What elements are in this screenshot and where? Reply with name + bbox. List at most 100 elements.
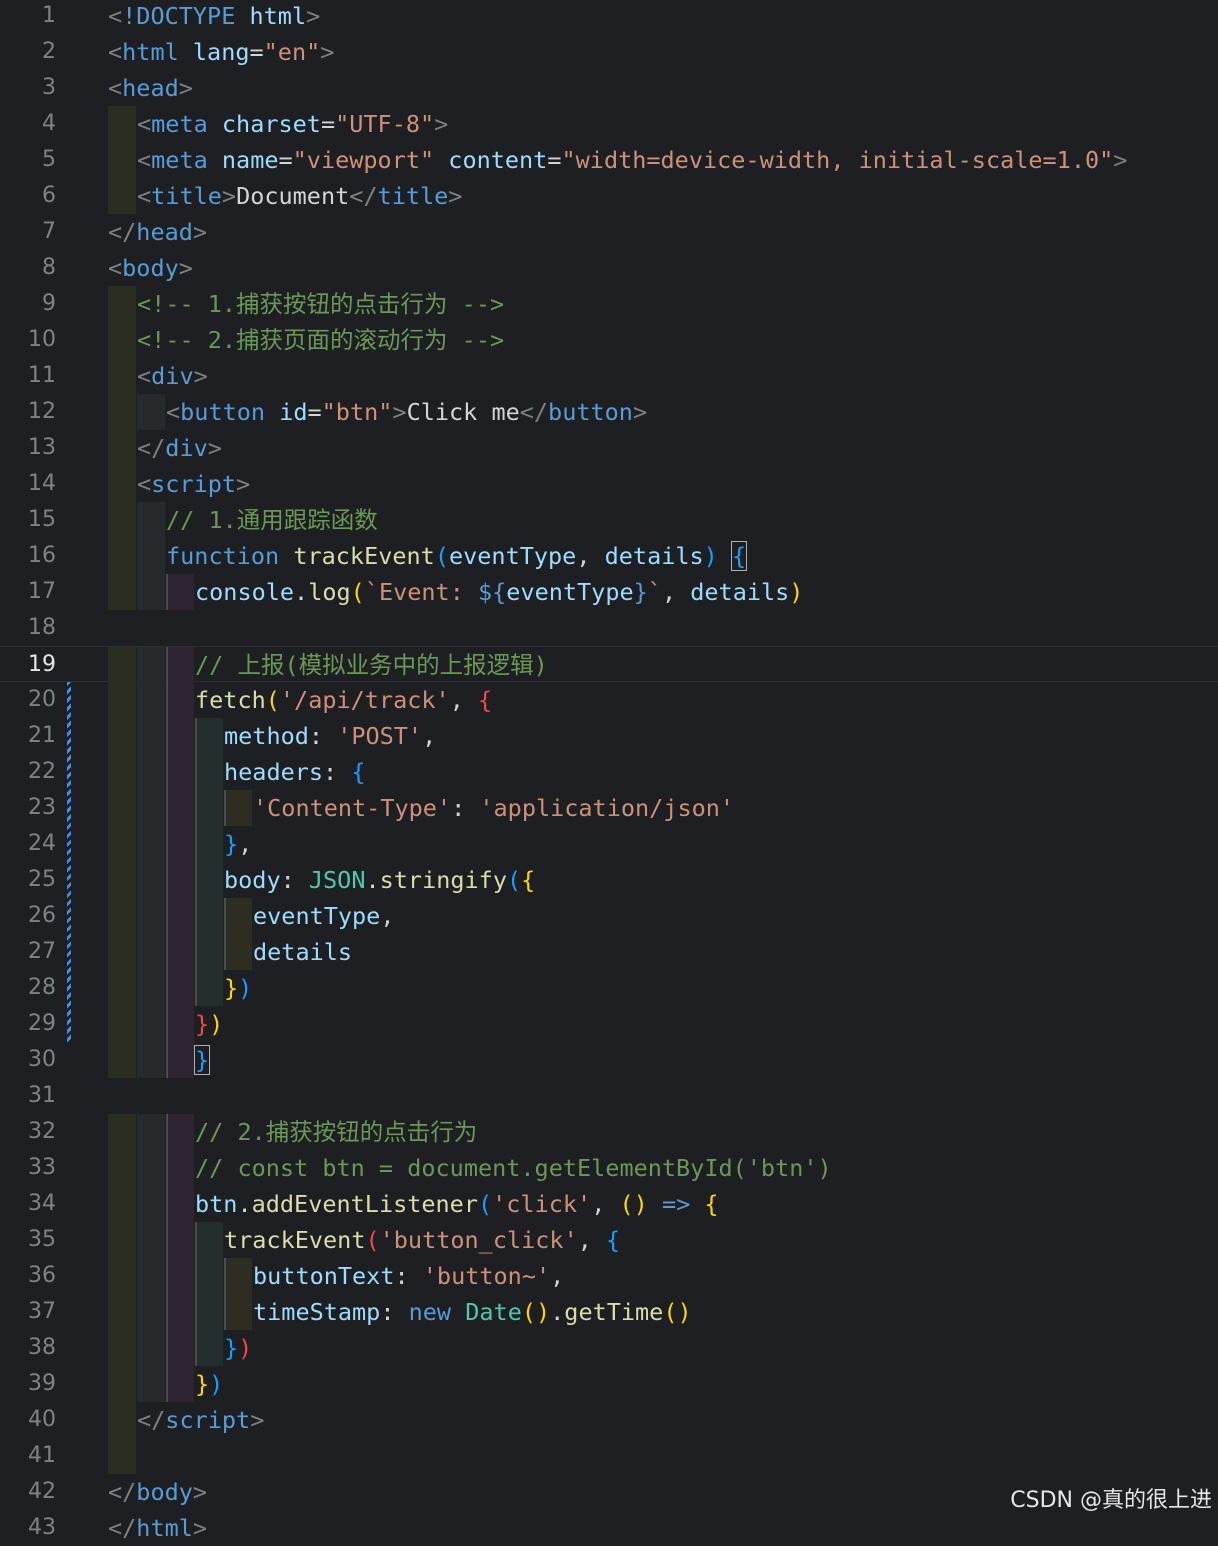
code-token: > bbox=[178, 74, 193, 102]
code-token: > bbox=[192, 218, 208, 246]
code-token: () bbox=[619, 1190, 648, 1218]
code-line[interactable]: 19 // 上报(模拟业务中的上报逻辑) bbox=[0, 646, 1218, 683]
indent-guide bbox=[195, 1258, 223, 1294]
code-line[interactable]: 23 'Content-Type': 'application/json' bbox=[0, 790, 1218, 826]
code-line[interactable]: 30} bbox=[0, 1042, 1218, 1078]
code-token: body bbox=[136, 1478, 193, 1506]
code-line[interactable]: 10 <!-- 2.捕获页面的滚动行为 --> bbox=[0, 322, 1218, 358]
line-number: 9 bbox=[42, 291, 56, 316]
code-line[interactable]: 14 <script> bbox=[0, 466, 1218, 502]
code-token: details bbox=[604, 542, 704, 570]
code-line[interactable]: 25 body: JSON.stringify({ bbox=[0, 862, 1218, 898]
code-line[interactable]: 11 <div> bbox=[0, 358, 1218, 394]
indent-guide bbox=[108, 1294, 136, 1330]
code-line[interactable]: 26 eventType, bbox=[0, 898, 1218, 934]
code-line[interactable]: 33 // const btn = document.getElementById… bbox=[0, 1150, 1218, 1186]
indent-guide bbox=[195, 934, 223, 970]
code-line[interactable]: 18 bbox=[0, 610, 1218, 646]
code-line[interactable]: 39}) bbox=[0, 1366, 1218, 1402]
indent-guide bbox=[108, 1042, 136, 1078]
line-number: 1 bbox=[42, 3, 56, 28]
code-token: </ bbox=[519, 398, 549, 426]
code-text: console.log(`Event: ${eventType}`, detai… bbox=[195, 574, 803, 610]
code-line[interactable]: 12 <button id="btn">Click me</button> bbox=[0, 394, 1218, 430]
code-line[interactable]: 4 <meta charset="UTF-8"> bbox=[0, 106, 1218, 142]
code-token: !DOCTYPE bbox=[122, 2, 236, 30]
line-number: 37 bbox=[28, 1299, 56, 1324]
code-line[interactable]: 3 <head> bbox=[0, 70, 1218, 106]
line-number: 20 bbox=[28, 687, 56, 712]
code-line[interactable]: 1 <!DOCTYPE html> bbox=[0, 0, 1218, 34]
indent-guide bbox=[108, 574, 136, 610]
code-line[interactable]: 38}) bbox=[0, 1330, 1218, 1366]
code-token: = bbox=[307, 398, 322, 426]
code-token: = bbox=[547, 146, 562, 174]
code-token: meta bbox=[151, 110, 208, 138]
code-token: Document bbox=[236, 182, 350, 210]
code-line[interactable]: 34 btn.addEventListener('click', () => { bbox=[0, 1186, 1218, 1222]
code-line[interactable]: 8 <body> bbox=[0, 250, 1218, 286]
indent-guide bbox=[166, 790, 194, 826]
code-line[interactable]: 21 method: 'POST', bbox=[0, 718, 1218, 754]
code-line[interactable]: 20 fetch('/api/track', { bbox=[0, 682, 1218, 718]
code-token: charset bbox=[221, 110, 321, 138]
code-line[interactable]: 2 <html lang="en"> bbox=[0, 34, 1218, 70]
indent-guide bbox=[224, 934, 252, 970]
code-line[interactable]: 31 bbox=[0, 1078, 1218, 1114]
code-token: > bbox=[236, 470, 251, 498]
code-token: JSON bbox=[308, 866, 366, 894]
code-token: // 2.捕获按钮的点击行为 bbox=[195, 1118, 478, 1146]
code-line[interactable]: 41 bbox=[0, 1438, 1218, 1474]
code-token: : bbox=[451, 794, 480, 822]
line-number: 17 bbox=[28, 579, 56, 604]
indent-guide bbox=[166, 1042, 194, 1078]
code-line[interactable]: 15 // 1.通用跟踪函数 bbox=[0, 502, 1218, 538]
indent-guide bbox=[137, 1006, 165, 1042]
code-text: // 1.通用跟踪函数 bbox=[166, 502, 378, 538]
indent-guide bbox=[166, 898, 194, 934]
code-line[interactable]: 24}, bbox=[0, 826, 1218, 862]
code-line[interactable]: 16 function trackEvent(eventType, details… bbox=[0, 538, 1218, 574]
watermark: CSDN @真的很上进 bbox=[1010, 1488, 1212, 1513]
code-text: <!-- 1.捕获按钮的点击行为 --> bbox=[137, 286, 504, 322]
code-token: "UTF-8" bbox=[335, 110, 435, 138]
indent-guide bbox=[137, 1294, 165, 1330]
indent-guide bbox=[166, 826, 194, 862]
indent-guide bbox=[108, 358, 136, 394]
code-token: < bbox=[137, 110, 152, 138]
code-token: = bbox=[278, 146, 293, 174]
code-editor[interactable]: 1 <!DOCTYPE html> 2 <html lang="en"> 3 <head>… bbox=[0, 0, 1218, 1542]
code-line[interactable]: 6 <title>Document</title> bbox=[0, 178, 1218, 214]
code-token: name bbox=[221, 146, 279, 174]
line-number: 11 bbox=[28, 363, 56, 388]
code-token: Click me bbox=[406, 398, 520, 426]
code-line[interactable]: 40 </script> bbox=[0, 1402, 1218, 1438]
code-line[interactable]: 32 // 2.捕获按钮的点击行为 bbox=[0, 1114, 1218, 1150]
code-line[interactable]: 7 </head> bbox=[0, 214, 1218, 250]
line-number: 28 bbox=[28, 975, 56, 1000]
code-line[interactable]: 37 timeStamp: new Date().getTime() bbox=[0, 1294, 1218, 1330]
code-token: ( bbox=[265, 686, 280, 714]
code-line[interactable]: 27 details bbox=[0, 934, 1218, 970]
code-line[interactable]: 35 trackEvent('button_click', { bbox=[0, 1222, 1218, 1258]
code-line[interactable]: 17 console.log(`Event: ${eventType}`, det… bbox=[0, 574, 1218, 610]
code-line[interactable]: 5 <meta name="viewport" content="width=de… bbox=[0, 142, 1218, 178]
code-token: : bbox=[280, 866, 309, 894]
code-token: <!-- 2.捕获页面的滚动行为 --> bbox=[137, 326, 505, 354]
code-line[interactable]: 9 <!-- 1.捕获按钮的点击行为 --> bbox=[0, 286, 1218, 322]
code-token: getTime bbox=[564, 1298, 664, 1326]
code-line[interactable]: 22 headers: { bbox=[0, 754, 1218, 790]
code-line[interactable]: 13 </div> bbox=[0, 430, 1218, 466]
line-number: 27 bbox=[28, 939, 56, 964]
code-line[interactable]: 36 buttonText: 'button~', bbox=[0, 1258, 1218, 1294]
code-token: details bbox=[690, 578, 790, 606]
code-token: } bbox=[193, 1045, 211, 1075]
indent-guide bbox=[137, 574, 165, 610]
code-token: } bbox=[224, 974, 239, 1002]
code-token: log bbox=[308, 578, 351, 606]
indent-guide bbox=[137, 1114, 165, 1150]
code-line[interactable]: 28}) bbox=[0, 970, 1218, 1006]
code-line[interactable]: 29}) bbox=[0, 1006, 1218, 1042]
code-line[interactable]: 43 </html> bbox=[0, 1510, 1218, 1546]
code-token: . bbox=[237, 1190, 252, 1218]
